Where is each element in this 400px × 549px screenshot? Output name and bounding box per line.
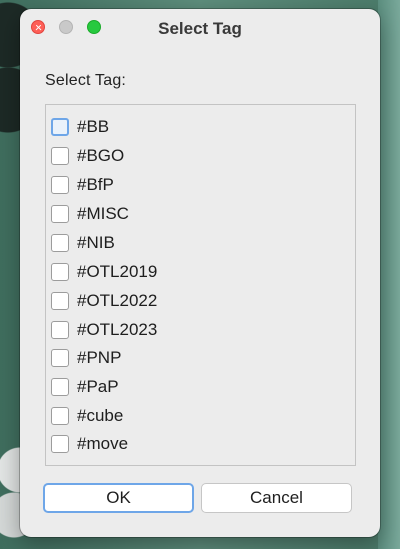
tag-item-otl2023[interactable]: #OTL2023 — [51, 318, 157, 342]
tag-label: #move — [77, 434, 129, 453]
tag-item-move[interactable]: #move — [51, 432, 128, 456]
tag-label: #BGO — [77, 146, 125, 165]
tag-label: #BB — [77, 117, 110, 136]
tag-item-bgo[interactable]: #BGO — [51, 144, 124, 168]
tag-item-pnp[interactable]: #PNP — [51, 346, 121, 370]
tag-checkbox-otl2019[interactable] — [51, 263, 69, 281]
tag-item-bb[interactable]: #BB — [51, 115, 109, 139]
tag-label: #cube — [77, 406, 124, 425]
tag-item-otl2022[interactable]: #OTL2022 — [51, 289, 157, 313]
tag-checkbox-move[interactable] — [51, 435, 69, 453]
select-tag-dialog: Select Tag Select Tag: #BB #BGO #BfP #MI… — [20, 9, 380, 537]
tag-label: #OTL2023 — [77, 320, 158, 339]
tag-checkbox-bgo[interactable] — [51, 147, 69, 165]
tag-list[interactable]: #BB #BGO #BfP #MISC #NIB #OTL2019 #OTL20… — [45, 104, 356, 466]
tag-checkbox-nib[interactable] — [51, 234, 69, 252]
tag-checkbox-cube[interactable] — [51, 407, 69, 425]
title-bar[interactable]: Select Tag — [20, 9, 380, 51]
tag-checkbox-bb[interactable] — [51, 118, 69, 136]
tag-label: #NIB — [77, 233, 115, 252]
tag-item-cube[interactable]: #cube — [51, 404, 123, 428]
tag-checkbox-otl2022[interactable] — [51, 292, 69, 310]
tag-label: #OTL2019 — [77, 262, 158, 281]
background-board-edge — [378, 0, 400, 549]
tag-label: #OTL2022 — [77, 291, 158, 310]
tag-label: #PaP — [77, 377, 119, 396]
cancel-button[interactable]: Cancel — [201, 483, 352, 513]
tag-item-misc[interactable]: #MISC — [51, 202, 129, 226]
tag-item-pap[interactable]: #PaP — [51, 375, 119, 399]
tag-item-nib[interactable]: #NIB — [51, 231, 115, 255]
tag-checkbox-misc[interactable] — [51, 205, 69, 223]
tag-checkbox-bfp[interactable] — [51, 176, 69, 194]
tag-label: #MISC — [77, 204, 129, 223]
tag-checkbox-otl2023[interactable] — [51, 321, 69, 339]
ok-button[interactable]: OK — [43, 483, 194, 513]
tag-label: #BfP — [77, 175, 114, 194]
tag-checkbox-pnp[interactable] — [51, 349, 69, 367]
tag-item-otl2019[interactable]: #OTL2019 — [51, 260, 157, 284]
tag-label: #PNP — [77, 348, 122, 367]
select-tag-prompt: Select Tag: — [45, 72, 127, 89]
dialog-title: Select Tag — [158, 19, 242, 38]
tag-item-bfp[interactable]: #BfP — [51, 173, 114, 197]
tag-checkbox-pap[interactable] — [51, 378, 69, 396]
